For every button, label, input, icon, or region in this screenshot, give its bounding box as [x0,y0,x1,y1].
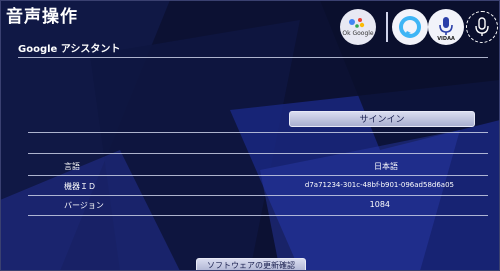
google-assistant-label: Ok Google [342,30,374,37]
info-row-label: バージョン [64,201,104,210]
alexa-button[interactable] [392,9,428,45]
google-assistant-button[interactable]: Ok Google [340,9,376,45]
info-row-value: d7a71234-301c-48bf-b901-096ad58d6a05 [304,181,454,189]
vidaa-voice-button[interactable]: VIDAA [428,9,464,45]
page-title: 音声操作 [6,7,78,27]
divider [28,175,488,176]
voice-search-button[interactable] [466,11,498,43]
microphone-outline-icon [475,17,489,36]
info-row-label: 言語 [64,162,80,171]
divider [28,153,488,154]
info-row-value: 1084 [369,200,390,209]
vidaa-label: VIDAA [437,36,455,42]
voice-control-screen: 音声操作 Ok Google VIDAA Google アシスタント サインイン… [0,0,500,271]
signin-button[interactable]: サインイン [289,111,475,127]
section-title: Google アシスタント [18,44,121,55]
divider [386,12,388,42]
info-row-label: 機器ＩＤ [64,182,96,191]
info-row-value: 日本語 [374,162,398,171]
section-divider [18,57,488,58]
divider [28,132,488,133]
divider [28,215,488,216]
software-update-button[interactable]: ソフトウェアの更新確認 [196,258,306,271]
alexa-icon [399,16,421,38]
divider [28,195,488,196]
google-assistant-icon [349,18,365,28]
